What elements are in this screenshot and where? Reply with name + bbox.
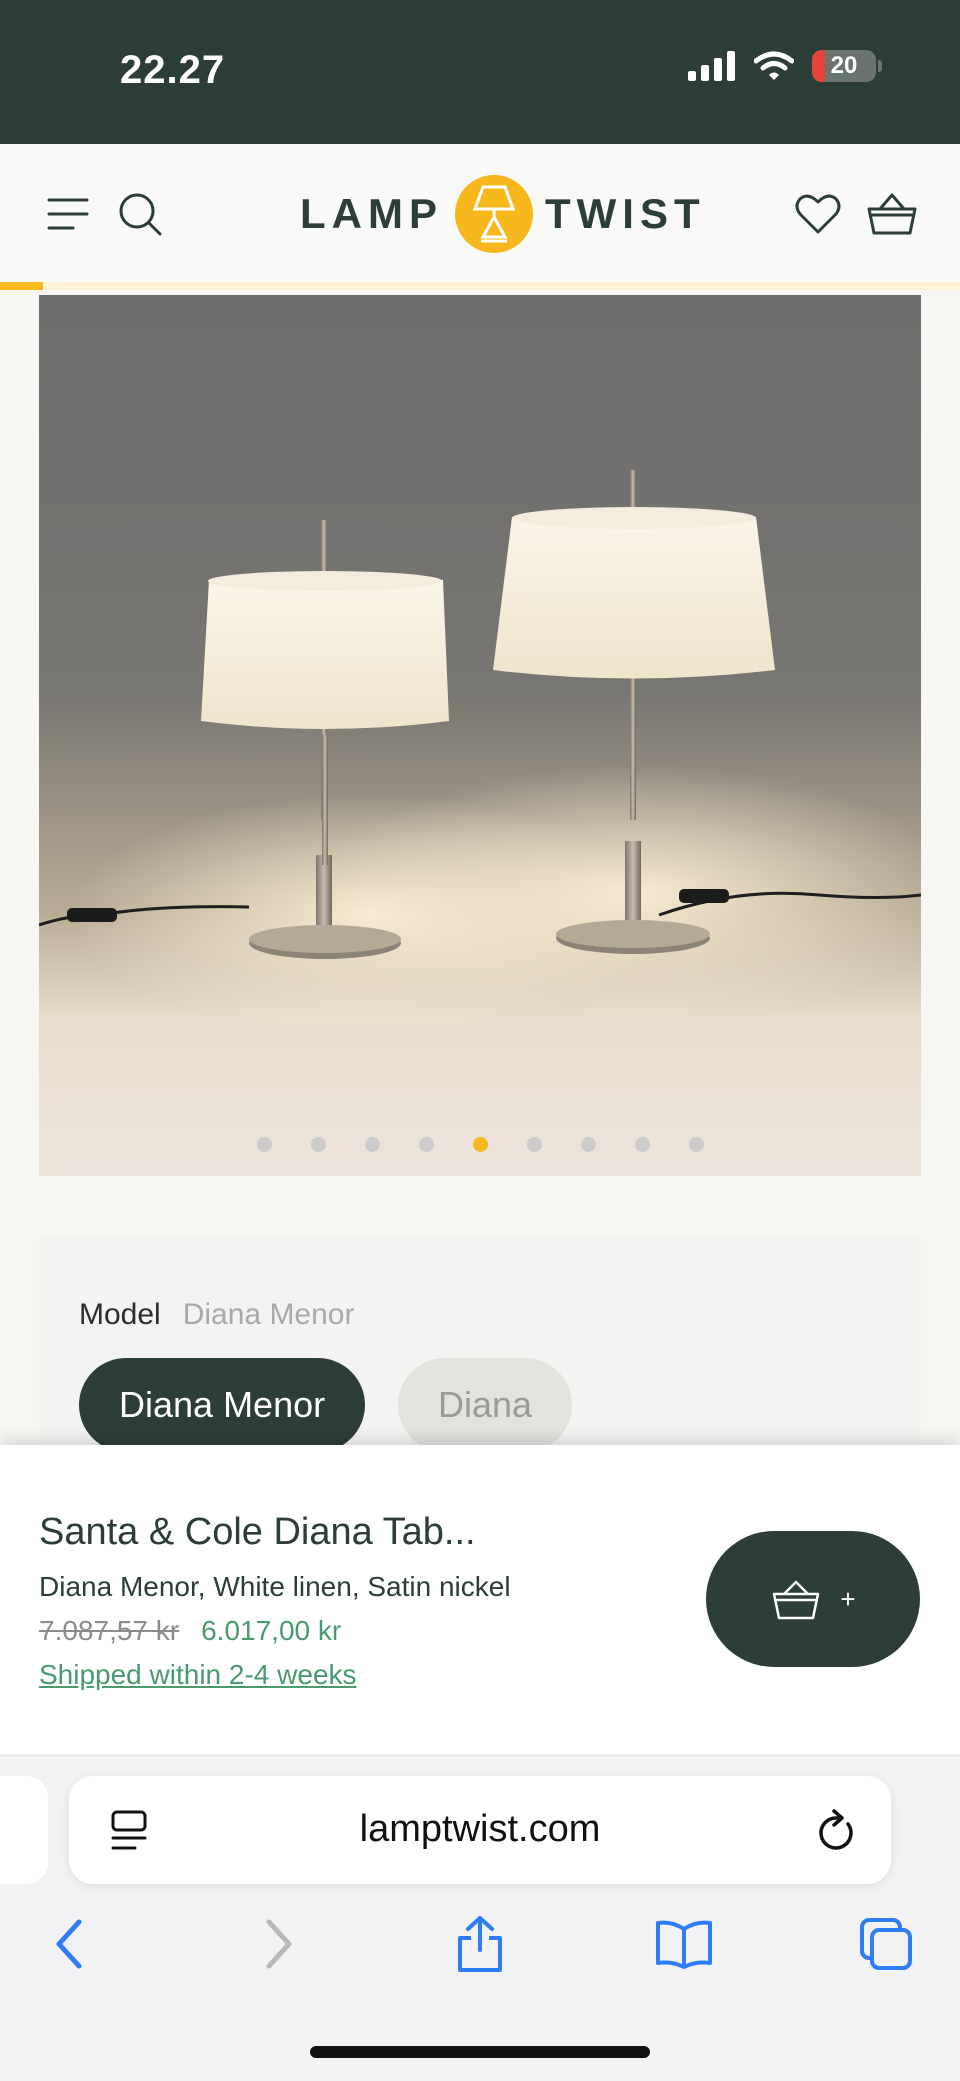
add-to-cart-plus: + <box>840 1583 856 1614</box>
scroll-progress-bar <box>0 282 960 290</box>
model-option-diana-menor[interactable]: Diana Menor <box>79 1358 366 1452</box>
gallery-dot[interactable] <box>310 1137 326 1152</box>
forward-icon[interactable] <box>248 1914 308 1974</box>
status-indicators: 20 <box>688 50 882 82</box>
add-to-cart-button[interactable]: + <box>706 1531 920 1667</box>
gallery-dot[interactable] <box>256 1137 272 1152</box>
basket-icon <box>773 1580 820 1620</box>
logo-text-left: LAMP <box>300 190 443 237</box>
product-image <box>39 470 921 1035</box>
model-selected-value: Diana Menor <box>182 1298 355 1331</box>
logo-text-right: TWIST <box>545 190 706 237</box>
sticky-buy-bar: Santa & Cole Diana Tab... Diana Menor, W… <box>0 1445 960 1755</box>
site-logo[interactable]: LAMP TWIST <box>300 172 706 256</box>
gallery-dot[interactable] <box>634 1137 650 1152</box>
browser-toolbar: lamptwist.com <box>0 1755 960 2081</box>
battery-text: 20 <box>830 52 858 79</box>
battery-icon: 20 <box>812 50 876 82</box>
current-price: 6.017,00 kr <box>201 1615 342 1646</box>
search-icon[interactable] <box>110 184 170 244</box>
gallery-dot[interactable] <box>472 1137 488 1152</box>
gallery-dot[interactable] <box>418 1137 434 1152</box>
gallery-pagination <box>39 1137 921 1152</box>
wifi-icon <box>754 51 794 80</box>
bookmarks-icon[interactable] <box>654 1914 714 1974</box>
home-indicator[interactable] <box>310 2046 650 2058</box>
product-title[interactable]: Santa & Cole Diana Tab... <box>39 1511 476 1554</box>
battery-indicator: 20 <box>812 50 882 82</box>
address-bar[interactable]: lamptwist.com <box>69 1776 891 1884</box>
heart-icon[interactable] <box>788 184 848 244</box>
gallery-dot[interactable] <box>688 1137 704 1152</box>
menu-icon[interactable] <box>38 184 98 244</box>
previous-tab-preview[interactable] <box>0 1776 48 1884</box>
site-header: LAMP TWIST <box>0 144 960 284</box>
battery-cap <box>878 60 882 72</box>
share-icon[interactable] <box>450 1914 510 1974</box>
price-row: 7.087,57 kr 6.017,00 kr <box>39 1615 341 1647</box>
gallery-dot[interactable] <box>526 1137 542 1152</box>
url-text: lamptwist.com <box>359 1808 601 1850</box>
gallery-dot[interactable] <box>580 1137 596 1152</box>
scroll-progress-fill <box>0 282 44 290</box>
model-label: Model <box>79 1298 161 1331</box>
status-time: 22.27 <box>120 48 226 92</box>
tabs-icon[interactable] <box>856 1914 916 1974</box>
product-variant: Diana Menor, White linen, Satin nickel <box>39 1571 511 1602</box>
old-price: 7.087,57 kr <box>39 1615 180 1646</box>
signal-icon <box>688 51 735 81</box>
back-icon[interactable] <box>40 1914 100 1974</box>
lamp-logo-icon <box>455 175 533 253</box>
basket-icon[interactable] <box>862 184 922 244</box>
shipping-info-link[interactable]: Shipped within 2-4 weeks <box>39 1659 357 1691</box>
reload-icon[interactable] <box>815 1808 857 1859</box>
gallery-dot[interactable] <box>364 1137 380 1152</box>
variant-options-card: Model Diana Menor Diana Menor Diana <box>39 1236 921 1456</box>
model-row: Model Diana Menor <box>79 1298 354 1332</box>
status-bar: 22.27 20 <box>0 0 960 144</box>
product-image-gallery[interactable] <box>39 295 921 1176</box>
model-option-diana[interactable]: Diana <box>398 1358 573 1452</box>
